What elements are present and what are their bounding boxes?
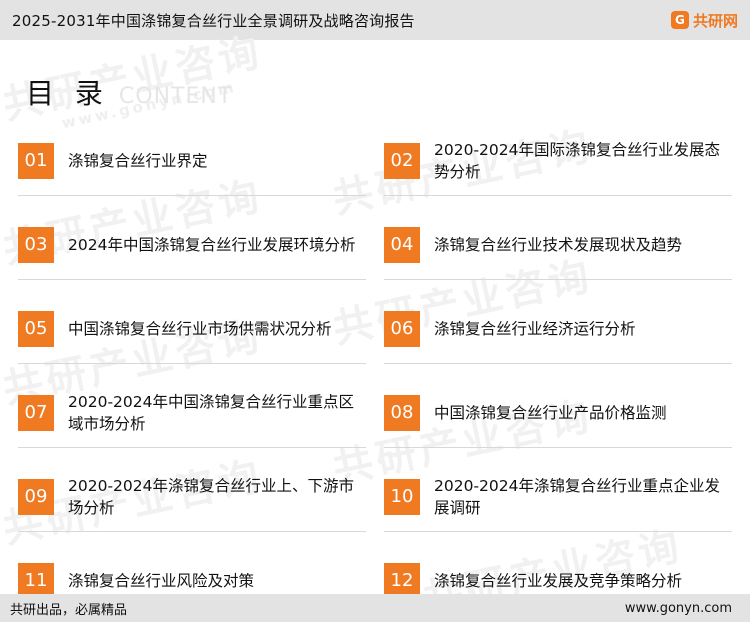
- toc-item-number: 04: [384, 226, 420, 263]
- toc-item[interactable]: 09 2020-2024年涤锦复合丝行业上、下游市场分析: [18, 462, 366, 532]
- toc-item-label: 涤锦复合丝行业界定: [68, 151, 208, 170]
- toc-item[interactable]: 04 涤锦复合丝行业技术发展现状及趋势: [384, 210, 732, 280]
- toc-item-label: 2024年中国涤锦复合丝行业发展环境分析: [68, 235, 356, 254]
- toc-item-label: 涤锦复合丝行业风险及对策: [68, 571, 255, 590]
- toc-grid: 01 涤锦复合丝行业界定 02 2020-2024年国际涤锦复合丝行业发展态势分…: [18, 126, 732, 616]
- toc-item-label: 中国涤锦复合丝行业市场供需状况分析: [68, 319, 332, 338]
- toc-subtitle: CONTENT: [118, 84, 233, 109]
- toc-item-label: 2020-2024年涤锦复合丝行业上、下游市场分析: [68, 476, 354, 517]
- toc-item[interactable]: 05 中国涤锦复合丝行业市场供需状况分析: [18, 294, 366, 364]
- toc-item-number: 01: [18, 142, 54, 179]
- toc-item-label: 涤锦复合丝行业技术发展现状及趋势: [434, 235, 683, 254]
- toc-item[interactable]: 02 2020-2024年国际涤锦复合丝行业发展态势分析: [384, 126, 732, 196]
- footer-slogan: 共研出品，必属精品: [10, 602, 128, 618]
- toc-item-number: 02: [384, 142, 420, 179]
- toc-item-number: 08: [384, 394, 420, 431]
- toc-item[interactable]: 07 2020-2024年中国涤锦复合丝行业重点区域市场分析: [18, 378, 366, 448]
- toc-item-number: 05: [18, 310, 54, 347]
- brand-logo-icon: G: [670, 11, 689, 29]
- toc-item-label: 2020-2024年涤锦复合丝行业重点企业发展调研: [434, 476, 720, 517]
- toc-heading: 目 录 CONTENT: [26, 72, 232, 112]
- toc-title: 目 录: [26, 77, 109, 110]
- toc-item[interactable]: 03 2024年中国涤锦复合丝行业发展环境分析: [18, 210, 366, 280]
- toc-item[interactable]: 06 涤锦复合丝行业经济运行分析: [384, 294, 732, 364]
- toc-item-label: 2020-2024年国际涤锦复合丝行业发展态势分析: [434, 140, 720, 181]
- toc-item-number: 07: [18, 394, 54, 431]
- toc-item[interactable]: 01 涤锦复合丝行业界定: [18, 126, 366, 196]
- toc-item-label: 中国涤锦复合丝行业产品价格监测: [434, 403, 667, 422]
- toc-item-number: 10: [384, 478, 420, 515]
- toc-item[interactable]: 08 中国涤锦复合丝行业产品价格监测: [384, 378, 732, 448]
- report-header: 2025-2031年中国涤锦复合丝行业全景调研及战略咨询报告 G 共研网: [0, 0, 750, 40]
- toc-item-number: 09: [18, 478, 54, 515]
- brand-name: 共研网: [692, 11, 738, 30]
- report-title: 2025-2031年中国涤锦复合丝行业全景调研及战略咨询报告: [12, 11, 415, 30]
- report-footer: 共研出品，必属精品 www.gonyn.com: [0, 594, 750, 622]
- toc-item-number: 06: [384, 310, 420, 347]
- toc-item-label: 涤锦复合丝行业经济运行分析: [434, 319, 636, 338]
- toc-item-number: 03: [18, 226, 54, 263]
- footer-url[interactable]: www.gonyn.com: [625, 601, 732, 616]
- brand-logo: G 共研网: [670, 10, 738, 31]
- toc-item-label: 2020-2024年中国涤锦复合丝行业重点区域市场分析: [68, 392, 354, 433]
- toc-item[interactable]: 10 2020-2024年涤锦复合丝行业重点企业发展调研: [384, 462, 732, 532]
- toc-item-label: 涤锦复合丝行业发展及竞争策略分析: [434, 571, 683, 590]
